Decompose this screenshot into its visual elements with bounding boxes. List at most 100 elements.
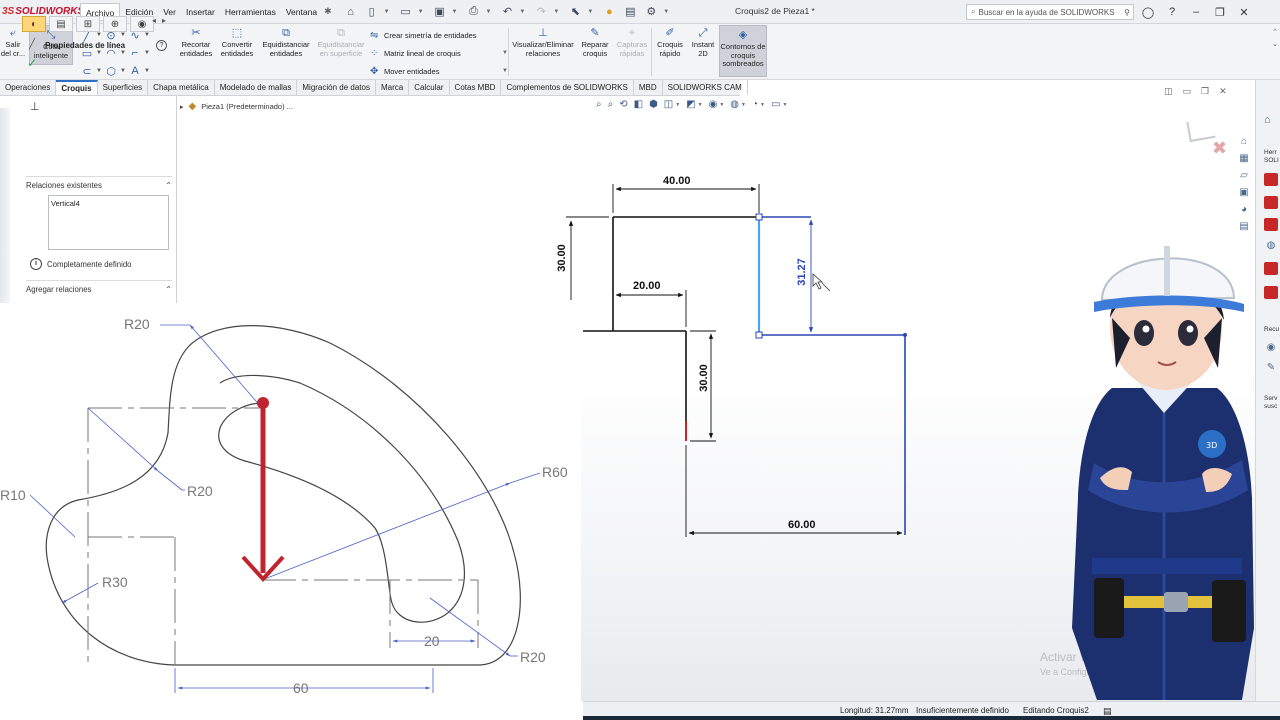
menu-herramientas[interactable]: Herramientas — [220, 3, 281, 21]
new-document-icon[interactable]: ▯ — [363, 4, 381, 20]
view-palette-icon[interactable]: ▣ — [1237, 185, 1251, 199]
scenes-caret-icon[interactable]: ▼ — [760, 102, 765, 108]
relations-list[interactable]: Vertical4 — [48, 195, 169, 250]
offset-surface-button[interactable]: ⧉ Equidistanciar en superficie — [314, 26, 368, 58]
repair-sketch-button[interactable]: ✎ Reparar croquis — [578, 26, 612, 58]
collapse-chevron-icon[interactable]: ⌃ — [165, 285, 172, 294]
minimize-icon[interactable]: – — [1188, 4, 1204, 20]
existing-relations-header[interactable]: Relaciones existentes ⌃ — [26, 181, 172, 190]
shaded-contours-button[interactable]: ◈ Contornos de croquis sombreados — [719, 25, 767, 77]
menu-ventana[interactable]: Ventana — [281, 3, 322, 21]
tool-red-icon[interactable] — [1264, 286, 1278, 299]
section-view-icon[interactable]: ◧ — [634, 99, 643, 110]
convert-entities-button[interactable]: ⬚ Convertir entidades — [216, 26, 258, 58]
user-icon[interactable]: ◯ — [1140, 4, 1156, 20]
home-icon[interactable]: ⌂ — [342, 4, 360, 20]
feature-tree-tab-icon[interactable]: ▤ — [49, 16, 73, 32]
tab-marca[interactable]: Marca — [376, 80, 410, 95]
restore-icon[interactable]: ❐ — [1212, 4, 1228, 20]
mirror-entities-button[interactable]: ⇋ Crear simetría de entidades — [370, 27, 508, 43]
trim-button[interactable]: ✂ Recortar entidades — [176, 26, 216, 58]
slot-icon[interactable]: ⊂ — [78, 62, 96, 80]
tool-red-icon[interactable] — [1264, 196, 1278, 209]
tool-red-icon[interactable] — [1264, 262, 1278, 275]
dim-text-left-height[interactable]: 30.00 — [556, 244, 568, 272]
print-caret-icon[interactable]: ▼ — [485, 9, 491, 15]
close-icon[interactable]: ✕ — [1236, 4, 1252, 20]
view-settings-icon[interactable]: ▭ — [771, 99, 780, 110]
zoom-area-icon[interactable]: ⌕ — [608, 99, 614, 110]
tab-mbd[interactable]: MBD — [634, 80, 663, 95]
redo-caret-icon[interactable]: ▼ — [553, 9, 559, 15]
globe-icon[interactable]: ◍ — [1264, 238, 1278, 252]
add-relations-header[interactable]: Agregar relaciones ⌃ — [26, 285, 172, 294]
tab-chapa-metalica[interactable]: Chapa metálica — [148, 80, 215, 95]
tab-migracion-datos[interactable]: Migración de datos — [297, 80, 376, 95]
options-caret-icon[interactable]: ▼ — [663, 9, 669, 15]
cancel-sketch-icon[interactable]: ✖ — [1212, 138, 1227, 159]
configuration-tab-icon[interactable]: ⊞ — [76, 16, 100, 32]
fillet-caret-icon[interactable]: ▼ — [144, 44, 150, 62]
redo-icon[interactable]: ↷ — [532, 4, 550, 20]
help-icon[interactable]: ? — [156, 40, 167, 51]
hide-show-icon[interactable]: ◉ — [709, 99, 718, 110]
doc-restore-icon[interactable]: ❐ — [1201, 86, 1209, 97]
text-icon[interactable]: A — [126, 62, 144, 80]
view-orientation-caret-icon[interactable]: ▼ — [675, 102, 680, 108]
tab-calcular[interactable]: Calcular — [409, 80, 450, 95]
hide-show-caret-icon[interactable]: ▼ — [719, 102, 724, 108]
feature-tree-flyout[interactable]: ▸ ◆ Pieza1 (Predeterminado) ... — [180, 101, 293, 112]
dim-text-bottom-width[interactable]: 60.00 — [788, 519, 816, 531]
doc-close-icon[interactable]: ✕ — [1219, 86, 1227, 97]
display-style-icon[interactable]: ◩ — [686, 99, 695, 110]
search-icon[interactable]: ⚲ — [1124, 8, 1130, 17]
move-entities-button[interactable]: ✥ Mover entidades ▼ — [370, 63, 508, 79]
doc-tile-icon[interactable]: ◫ — [1164, 86, 1173, 97]
ok-check-icon[interactable]: ✓ — [27, 56, 37, 70]
tab-superficies[interactable]: Superficies — [98, 80, 149, 95]
undo-caret-icon[interactable]: ▼ — [519, 9, 525, 15]
display-style-caret-icon[interactable]: ▼ — [698, 102, 703, 108]
view-orientation-icon[interactable]: ◫ — [664, 99, 673, 110]
tool-red-icon[interactable] — [1264, 218, 1278, 231]
collapse-ribbon-icon[interactable]: ⌃ — [1272, 28, 1278, 36]
tab-croquis[interactable]: Croquis — [56, 80, 98, 95]
appearance-caret-icon[interactable]: ▼ — [741, 102, 746, 108]
dim-text-top-width[interactable]: 40.00 — [663, 175, 691, 187]
tab-solidworks-cam[interactable]: SOLIDWORKS CAM — [663, 80, 748, 95]
design-library-icon[interactable]: ▦ — [1237, 151, 1251, 165]
help-search-input[interactable]: ⌕ Buscar en la ayuda de SOLIDWORKS ⚲ — [966, 4, 1134, 20]
tab-cotas-mbd[interactable]: Cotas MBD — [450, 80, 502, 95]
linear-pattern-button[interactable]: ⁘ Matriz lineal de croquis ▼ — [370, 45, 508, 61]
resources-icon[interactable]: ◉ — [1264, 340, 1278, 354]
save-caret-icon[interactable]: ▼ — [452, 9, 458, 15]
dimxpert-tab-icon[interactable]: ⊕ — [103, 16, 127, 32]
tool-red-icon[interactable] — [1264, 173, 1278, 186]
scroll-left-icon[interactable]: ◂ — [152, 16, 156, 25]
ribbon-options-icon[interactable]: ⌄ — [1272, 40, 1278, 48]
undo-icon[interactable]: ↶ — [498, 4, 516, 20]
view-settings-caret-icon[interactable]: ▼ — [782, 102, 787, 108]
property-manager-tab-icon[interactable]: ◐ — [22, 16, 46, 32]
edit-appearance-icon[interactable]: ◍ — [730, 99, 739, 110]
dim-text-selected-height[interactable]: 31.27 — [796, 258, 808, 286]
offset-entities-button[interactable]: ⧉ Equidistanciar entidades — [258, 26, 314, 58]
forum-icon[interactable]: ✎ — [1264, 360, 1278, 374]
display-manager-tab-icon[interactable]: ◉ — [130, 16, 154, 32]
tab-operaciones[interactable]: Operaciones — [0, 80, 57, 95]
scenes-icon[interactable]: ◔ — [752, 99, 758, 110]
file-properties-icon[interactable]: ▤ — [621, 4, 639, 20]
solidworks-resources-icon[interactable]: ⌂ — [1237, 134, 1251, 148]
pin-icon[interactable]: ✱ — [324, 6, 332, 17]
dim-text-step-width[interactable]: 20.00 — [633, 280, 661, 292]
task-pane-home-icon[interactable]: ⌂ — [1264, 114, 1271, 126]
select-icon[interactable]: ⬉ — [566, 4, 584, 20]
dynamic-annotation-icon[interactable]: ⬢ — [649, 99, 658, 110]
polygon-icon[interactable]: ⬡ — [102, 62, 120, 80]
print-icon[interactable]: ⎙ — [464, 4, 482, 20]
save-icon[interactable]: ▣ — [431, 4, 449, 20]
collapse-chevron-icon[interactable]: ⌃ — [165, 181, 172, 190]
relation-item[interactable]: Vertical4 — [51, 199, 166, 208]
display-relations-button[interactable]: ⊥ Visualizar/Eliminar relaciones — [510, 26, 576, 58]
expand-arrow-icon[interactable]: ▸ — [180, 103, 184, 111]
